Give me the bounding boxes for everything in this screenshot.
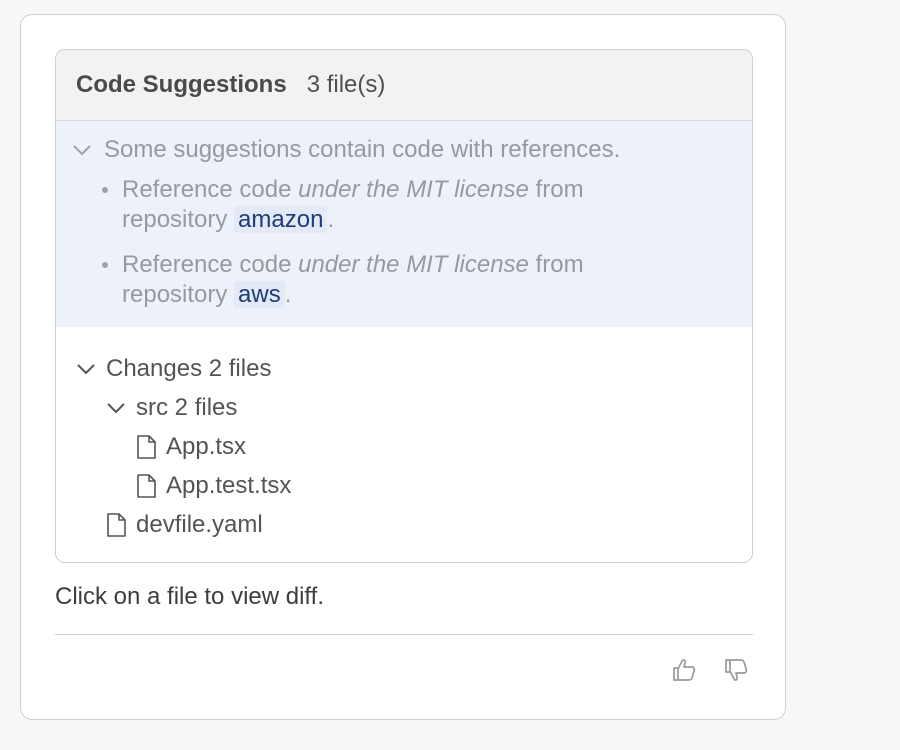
references-summary: Some suggestions contain code with refer… [104,136,621,163]
tree-file-app-test-tsx[interactable]: App.test.tsx [56,466,752,505]
tree-node-label: Changes [106,354,203,382]
reference-item: Reference code under the MIT license fro… [100,250,682,310]
thumbs-up-icon[interactable] [671,657,697,683]
tree-file-devfile-yaml[interactable]: devfile.yaml [56,505,752,544]
view-diff-hint: Click on a file to view diff. [55,583,325,610]
file-icon [137,434,156,459]
divider [55,634,753,635]
repo-link-amazon[interactable]: amazon [234,206,328,233]
references-list: Reference code under the MIT license fro… [56,175,752,310]
file-name: App.tsx [166,432,247,460]
reference-prefix: Reference code [122,251,299,278]
reference-suffix: . [284,281,292,308]
tree-node-count: 2 files [208,354,272,382]
code-suggestions-panel: Code Suggestions 3 file(s) Some suggesti… [55,49,753,563]
reference-prefix: Reference code [122,176,299,203]
chat-message-card: Code Suggestions 3 file(s) Some suggesti… [20,14,786,720]
feedback-buttons [671,657,749,683]
file-icon [137,473,156,498]
file-tree: Changes 2 files src 2 files App.tsx App.… [56,327,752,544]
tree-node-src[interactable]: src 2 files [56,388,752,427]
file-count: 3 file(s) [306,71,386,98]
tree-file-app-tsx[interactable]: App.tsx [56,427,752,466]
repo-link-aws[interactable]: aws [234,281,285,308]
tree-node-count: 2 files [174,393,238,421]
reference-item: Reference code under the MIT license fro… [100,175,682,235]
file-icon [107,512,126,537]
license-text: under the MIT license [298,176,529,203]
panel-title: Code Suggestions [76,71,287,98]
reference-suffix: . [327,206,335,233]
file-name: devfile.yaml [136,510,263,538]
references-toggle[interactable]: Some suggestions contain code with refer… [56,133,752,167]
references-section: Some suggestions contain code with refer… [56,121,752,327]
chevron-down-icon [77,363,95,374]
panel-header: Code Suggestions 3 file(s) [56,50,752,121]
license-text: under the MIT license [298,251,529,278]
tree-node-label: src [136,393,168,421]
chevron-down-icon [73,145,91,156]
file-name: App.test.tsx [166,471,292,499]
tree-node-changes[interactable]: Changes 2 files [56,349,752,388]
thumbs-down-icon[interactable] [723,657,749,683]
chevron-down-icon [107,402,125,413]
